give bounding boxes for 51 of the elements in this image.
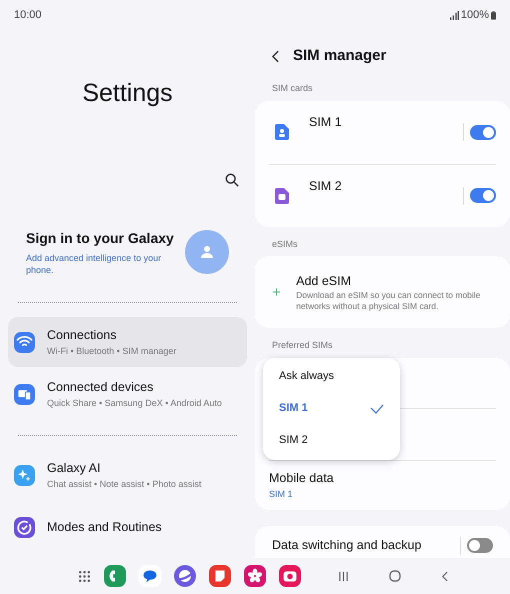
page-title: Settings — [82, 78, 173, 110]
browser-app-icon[interactable] — [174, 565, 196, 587]
phone-app-icon[interactable] — [104, 565, 126, 587]
section-heading: SIM cards — [271, 82, 314, 95]
sim-label[interactable]: SIM 1 — [309, 112, 463, 132]
menu-option[interactable]: Ask always — [263, 360, 400, 392]
wifi-icon — [14, 332, 35, 352]
item-summary: Quick Share • Samsung DeX • Android Auto — [47, 396, 222, 410]
data-switching-label[interactable]: Data switching and backup — [272, 536, 460, 555]
plus-icon — [273, 286, 280, 298]
sparkle-icon — [14, 464, 35, 486]
messages-app-icon[interactable] — [139, 565, 161, 587]
add-esim-row[interactable]: Add eSIM Download an eSIM so you can connect to mobile networks without a physical SIM card. — [255, 256, 510, 328]
camera-app-icon[interactable] — [279, 565, 301, 587]
mobile-data-label[interactable]: Mobile data — [269, 468, 496, 488]
mobile-data-value: SIM 1 — [269, 488, 294, 501]
notes-app-icon[interactable] — [209, 565, 231, 587]
screen-title: SIM manager — [293, 46, 386, 66]
app-grid-icon[interactable] — [78, 570, 91, 582]
person-icon — [200, 245, 214, 259]
sim-card-icon — [275, 124, 289, 140]
status-time: 10:00 — [14, 8, 42, 23]
search-icon[interactable] — [225, 173, 239, 187]
section-heading: Preferred SIMs — [271, 339, 334, 352]
menu-option[interactable]: SIM 2 — [263, 424, 400, 456]
flower-app-icon[interactable] — [244, 565, 266, 587]
battery-level: 100% — [460, 8, 489, 23]
account-subtitle: Add advanced intelligence to your phone. — [26, 252, 162, 276]
settings-item[interactable]: Modes and Routines — [8, 502, 247, 552]
sim-label[interactable]: SIM 2 — [309, 176, 463, 196]
devices-icon — [14, 384, 35, 404]
item-summary: Wi-Fi • Bluetooth • SIM manager — [47, 344, 176, 358]
recents-icon[interactable] — [338, 570, 349, 582]
signal-icon — [450, 10, 459, 20]
menu-option[interactable]: SIM 1 — [263, 392, 400, 424]
toggle-switch[interactable] — [467, 538, 493, 553]
settings-item[interactable]: Connections Wi-Fi • Bluetooth • SIM manager — [8, 317, 247, 367]
home-icon[interactable] — [389, 570, 401, 582]
settings-item[interactable]: Connected devices Quick Share • Samsung DeX • Android Auto — [8, 369, 247, 419]
add-esim-description: Download an eSIM so you can connect to mobile networks without a physical SIM card. — [296, 290, 482, 312]
toggle-switch[interactable] — [470, 124, 496, 140]
toggle-switch[interactable] — [470, 188, 496, 203]
account-title[interactable]: Sign in to your Galaxy — [26, 228, 185, 249]
checkmark-icon — [370, 404, 384, 414]
battery-icon — [491, 10, 496, 20]
sim-card-icon — [275, 188, 289, 204]
back-icon[interactable] — [441, 570, 448, 582]
settings-item[interactable]: Galaxy AI Chat assist • Note assist • Photo assist — [8, 450, 247, 500]
add-esim-label: Add eSIM — [296, 272, 352, 290]
section-heading: eSIMs — [271, 238, 299, 250]
item-summary: Chat assist • Note assist • Photo assist — [47, 478, 202, 491]
